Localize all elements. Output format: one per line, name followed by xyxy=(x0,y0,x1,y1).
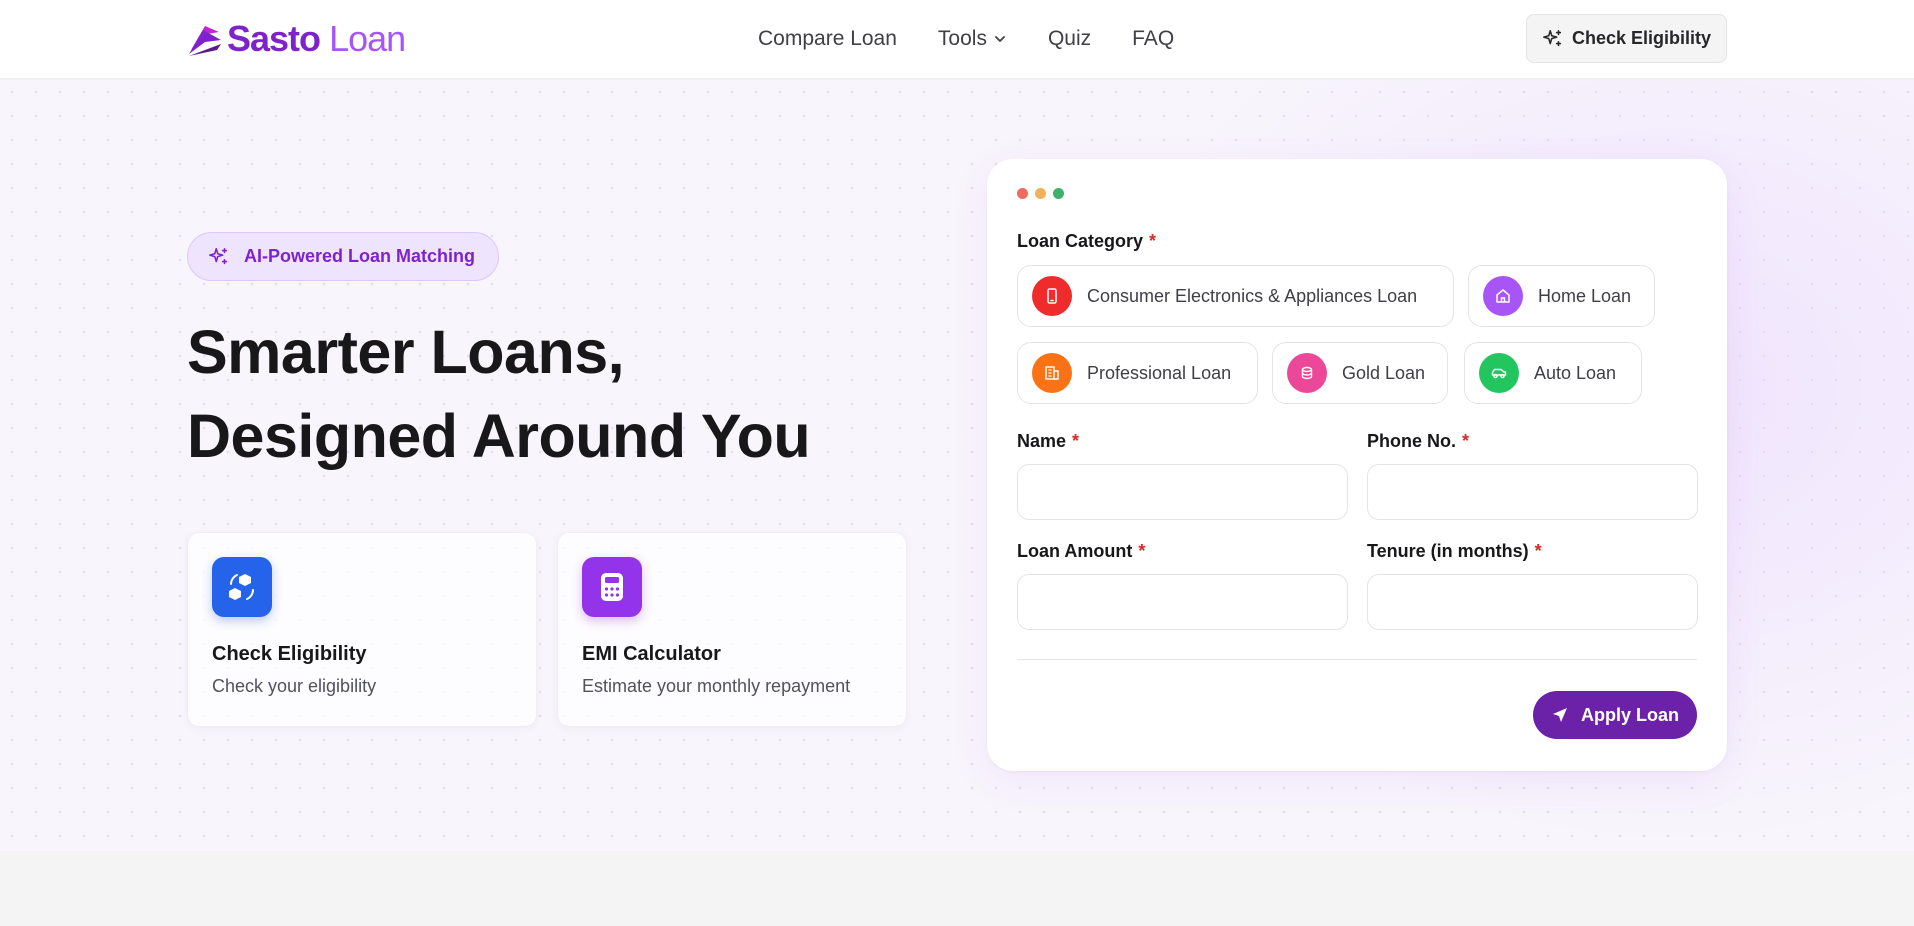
chip-icon-wrap xyxy=(1032,353,1072,393)
sparkles-icon xyxy=(1543,29,1562,46)
category-chip-professional-loan[interactable]: Professional Loan xyxy=(1017,342,1258,404)
chip-icon-wrap xyxy=(1032,276,1072,316)
chip-label: Professional Loan xyxy=(1087,362,1232,383)
category-chip-consumer-electronics[interactable]: Consumer Electronics & Appliances Loan xyxy=(1017,265,1454,327)
phone-label-text: Phone No. xyxy=(1367,431,1456,451)
phone-label: Phone No. * xyxy=(1367,431,1469,452)
hero-title-line-1: Smarter Loans, xyxy=(187,318,625,386)
nav-tools-label: Tools xyxy=(937,27,987,50)
window-dot-green xyxy=(1053,188,1064,199)
logo-text-loan: Loan xyxy=(329,18,406,59)
logo-mark-icon xyxy=(189,26,221,56)
nav-quiz-label: Quiz xyxy=(1047,27,1092,50)
category-chip-auto-loan[interactable]: Auto Loan xyxy=(1464,342,1642,404)
chip-label: Consumer Electronics & Appliances Loan xyxy=(1087,285,1418,306)
hero-title-line-2: Designed Around You xyxy=(187,402,811,470)
hero-title: Smarter Loans, Designed Around You xyxy=(187,310,947,478)
nav-faq[interactable]: FAQ xyxy=(1132,27,1174,51)
chip-label: Gold Loan xyxy=(1342,362,1426,383)
logo-text-sasto: Sasto xyxy=(227,18,321,59)
check-eligibility-button[interactable]: Check Eligibility xyxy=(1526,14,1727,63)
main-nav: Compare Loan Tools Quiz FAQ xyxy=(758,24,1174,54)
send-icon xyxy=(1553,708,1567,722)
nav-compare-loan-label: Compare Loan xyxy=(758,27,897,50)
feature-desc: Estimate your monthly repayment xyxy=(582,676,851,696)
car-icon xyxy=(1491,368,1507,379)
loan-category-label: Loan Category * xyxy=(1017,231,1156,252)
feature-title: EMI Calculator xyxy=(582,643,721,665)
logo-text: Sasto Loan xyxy=(227,18,406,59)
name-input[interactable] xyxy=(1017,464,1348,520)
ai-badge: AI-Powered Loan Matching xyxy=(187,232,499,281)
required-mark: * xyxy=(1149,231,1157,251)
name-label: Name * xyxy=(1017,431,1079,452)
chip-icon-wrap xyxy=(1287,353,1327,393)
window-dot-yellow xyxy=(1035,188,1046,199)
loan-application-form: Loan Category * Consumer Electronics & Ap… xyxy=(987,159,1727,771)
cubes-exchange-icon xyxy=(229,574,254,600)
required-mark: * xyxy=(1072,431,1080,451)
tenure-label-text: Tenure (in months) xyxy=(1367,541,1529,561)
required-mark: * xyxy=(1462,431,1470,451)
feature-title: Check Eligibility xyxy=(212,643,367,665)
top-navbar: Sasto Loan Compare Loan Tools Quiz FAQ C… xyxy=(0,0,1914,79)
required-mark: * xyxy=(1138,541,1146,561)
phone-icon xyxy=(1047,288,1057,304)
nav-tools-dropdown[interactable]: Tools xyxy=(938,27,1007,51)
nav-quiz[interactable]: Quiz xyxy=(1048,27,1091,51)
check-eligibility-label: Check Eligibility xyxy=(1571,28,1712,48)
gold-coin-icon xyxy=(1301,366,1313,380)
category-chip-home-loan[interactable]: Home Loan xyxy=(1468,265,1655,327)
sparkles-icon xyxy=(209,247,228,264)
apply-loan-button[interactable]: Apply Loan xyxy=(1533,691,1697,739)
chip-icon-wrap xyxy=(1483,276,1523,316)
loan-amount-label: Loan Amount * xyxy=(1017,541,1145,562)
tenure-label: Tenure (in months) * xyxy=(1367,541,1542,562)
nav-compare-loan[interactable]: Compare Loan xyxy=(758,27,897,51)
feature-desc: Check your eligibility xyxy=(212,676,377,696)
loan-amount-input[interactable] xyxy=(1017,574,1348,630)
required-mark: * xyxy=(1534,541,1542,561)
form-divider xyxy=(1017,659,1697,660)
loan-amount-label-text: Loan Amount xyxy=(1017,541,1133,561)
feature-icon-wrap xyxy=(212,557,272,617)
name-label-text: Name xyxy=(1017,431,1067,451)
chevron-down-icon xyxy=(995,36,1005,42)
chip-label: Auto Loan xyxy=(1534,362,1617,383)
phone-input[interactable] xyxy=(1367,464,1698,520)
window-dots xyxy=(1017,188,1064,199)
feature-icon-wrap xyxy=(582,557,642,617)
home-icon xyxy=(1496,289,1510,303)
window-dot-red xyxy=(1017,188,1028,199)
loan-category-label-text: Loan Category xyxy=(1017,231,1144,251)
nav-faq-label: FAQ xyxy=(1132,27,1175,50)
apply-loan-label: Apply Loan xyxy=(1581,704,1679,725)
category-chip-gold-loan[interactable]: Gold Loan xyxy=(1272,342,1448,404)
calculator-icon xyxy=(601,573,623,601)
chip-label: Home Loan xyxy=(1538,285,1632,306)
feature-card-check-eligibility[interactable]: Check Eligibility Check your eligibility xyxy=(187,532,537,727)
tenure-input[interactable] xyxy=(1367,574,1698,630)
sasto-loan-logo[interactable]: Sasto Loan xyxy=(187,18,406,59)
chip-icon-wrap xyxy=(1479,353,1519,393)
building-icon xyxy=(1045,366,1059,380)
ai-badge-label: AI-Powered Loan Matching xyxy=(244,246,476,266)
feature-card-emi-calculator[interactable]: EMI Calculator Estimate your monthly rep… xyxy=(557,532,907,727)
